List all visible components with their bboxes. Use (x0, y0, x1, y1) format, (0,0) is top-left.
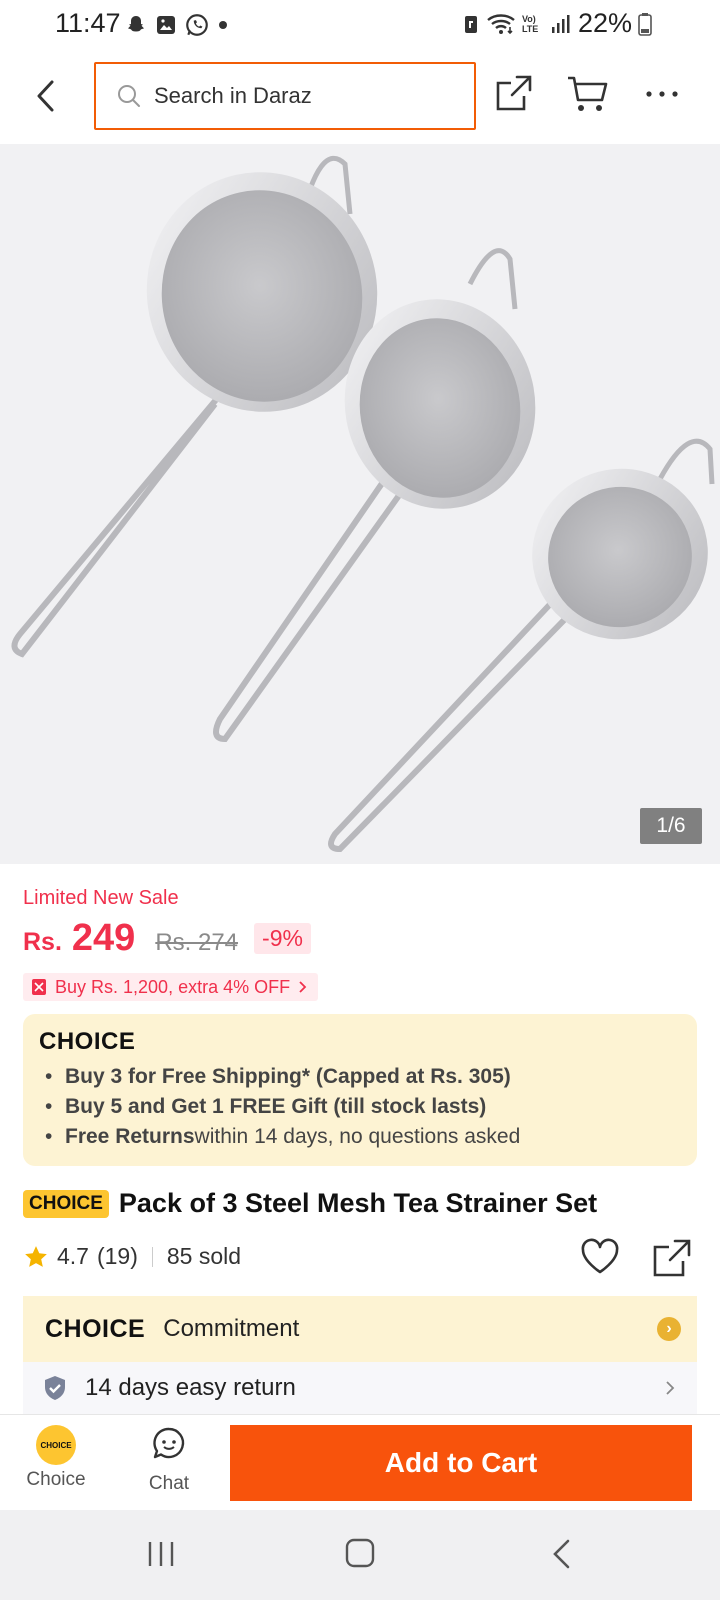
discount-badge: -9% (254, 923, 311, 954)
system-nav-bar (0, 1510, 720, 1600)
voucher-icon (32, 979, 46, 995)
star-icon (25, 1245, 47, 1267)
return-label: 14 days easy return (85, 1374, 296, 1401)
gallery-icon (157, 16, 175, 34)
commitment-label: Commitment (163, 1315, 300, 1342)
search-icon (118, 85, 140, 107)
chevron-right-icon (299, 981, 307, 993)
cart-icon[interactable] (566, 74, 608, 114)
promo-text: Buy Rs. 1,200, extra 4% OFF (55, 976, 291, 997)
current-price: 249 (71, 917, 136, 959)
choice-benefits-box: CHOICE • Buy 3 for Free Shipping* (Capped… (23, 1014, 697, 1166)
wishlist-heart-icon[interactable] (580, 1238, 620, 1276)
wifi-icon (487, 13, 515, 34)
more-options-icon[interactable] (645, 88, 679, 100)
review-count: (19) (96, 1243, 138, 1269)
choice-tab-label: Choice (26, 1469, 86, 1490)
chat-tab[interactable]: Chat (129, 1425, 209, 1495)
back-arrow-icon[interactable] (34, 78, 58, 114)
snapchat-icon (128, 16, 144, 32)
benefit-item: • Buy 5 and Get 1 FREE Gift (till stock l… (45, 1095, 487, 1118)
search-placeholder: Search in Daraz (154, 83, 312, 108)
original-price: Rs. 274 (155, 929, 239, 956)
chevron-right-icon (666, 1381, 675, 1395)
choice-tab[interactable]: CHOICE Choice (16, 1425, 96, 1491)
chat-icon (153, 1427, 185, 1459)
divider (151, 1246, 153, 1267)
price-currency: Rs. (23, 928, 62, 956)
rating-value: 4.7 (57, 1243, 89, 1269)
chevron-right-circle-icon: › (657, 1317, 681, 1341)
top-bar: Search in Daraz (0, 52, 720, 144)
battery-percent: 22% (577, 8, 632, 38)
status-bar: 11:47 Vo) LTE 22% (0, 0, 720, 52)
choice-circle-icon: CHOICE (36, 1425, 76, 1465)
product-image-gallery[interactable]: 1/6 (0, 144, 720, 864)
lte-indicator: Vo) LTE (521, 13, 539, 34)
choice-commitment-row[interactable]: CHOICE Commitment › (23, 1296, 697, 1362)
product-title-row: CHOICE Pack of 3 Steel Mesh Tea Strainer… (23, 1188, 597, 1219)
sale-label: Limited New Sale (23, 887, 179, 909)
benefit-item: • Free Returns within 14 days, no questio… (45, 1125, 521, 1148)
sold-count: 85 sold (166, 1243, 242, 1269)
home-icon[interactable] (344, 1537, 376, 1569)
choice-badge: CHOICE (23, 1189, 109, 1218)
promo-voucher[interactable]: Buy Rs. 1,200, extra 4% OFF (23, 973, 319, 1001)
product-photo (11, 156, 715, 853)
shield-check-icon (45, 1376, 65, 1400)
recent-apps-icon[interactable] (146, 1539, 176, 1569)
bottom-action-bar: CHOICE Choice Chat Add to Cart (0, 1414, 720, 1510)
system-back-icon[interactable] (550, 1538, 572, 1570)
dot-icon (219, 21, 227, 29)
choice-logo: CHOICE (39, 1028, 136, 1055)
price-row: Rs. 249 Rs. 274 -9% (23, 917, 311, 960)
share-icon[interactable] (495, 74, 533, 112)
product-title: Pack of 3 Steel Mesh Tea Strainer Set (118, 1188, 598, 1218)
notification-icons (124, 12, 230, 38)
whatsapp-icon (186, 14, 208, 36)
battery-saver-icon (464, 15, 477, 33)
rating-row[interactable]: 4.7 (19) 85 sold (23, 1243, 241, 1270)
choice-benefits-list: • Buy 3 for Free Shipping* (Capped at Rs.… (45, 1062, 520, 1152)
signal-icon (551, 14, 570, 33)
system-icons: Vo) LTE 22% (462, 8, 652, 39)
search-input[interactable]: Search in Daraz (94, 62, 476, 130)
add-to-cart-button[interactable]: Add to Cart (230, 1425, 692, 1501)
chat-tab-label: Chat (148, 1473, 190, 1494)
battery-icon (638, 12, 652, 36)
choice-logo: CHOICE (45, 1314, 146, 1343)
benefit-item: • Buy 3 for Free Shipping* (Capped at Rs.… (45, 1065, 511, 1088)
share-product-icon[interactable] (652, 1238, 692, 1278)
image-counter: 1/6 (640, 808, 702, 844)
status-time: 11:47 (55, 8, 121, 38)
easy-return-row[interactable]: 14 days easy return (23, 1362, 697, 1414)
